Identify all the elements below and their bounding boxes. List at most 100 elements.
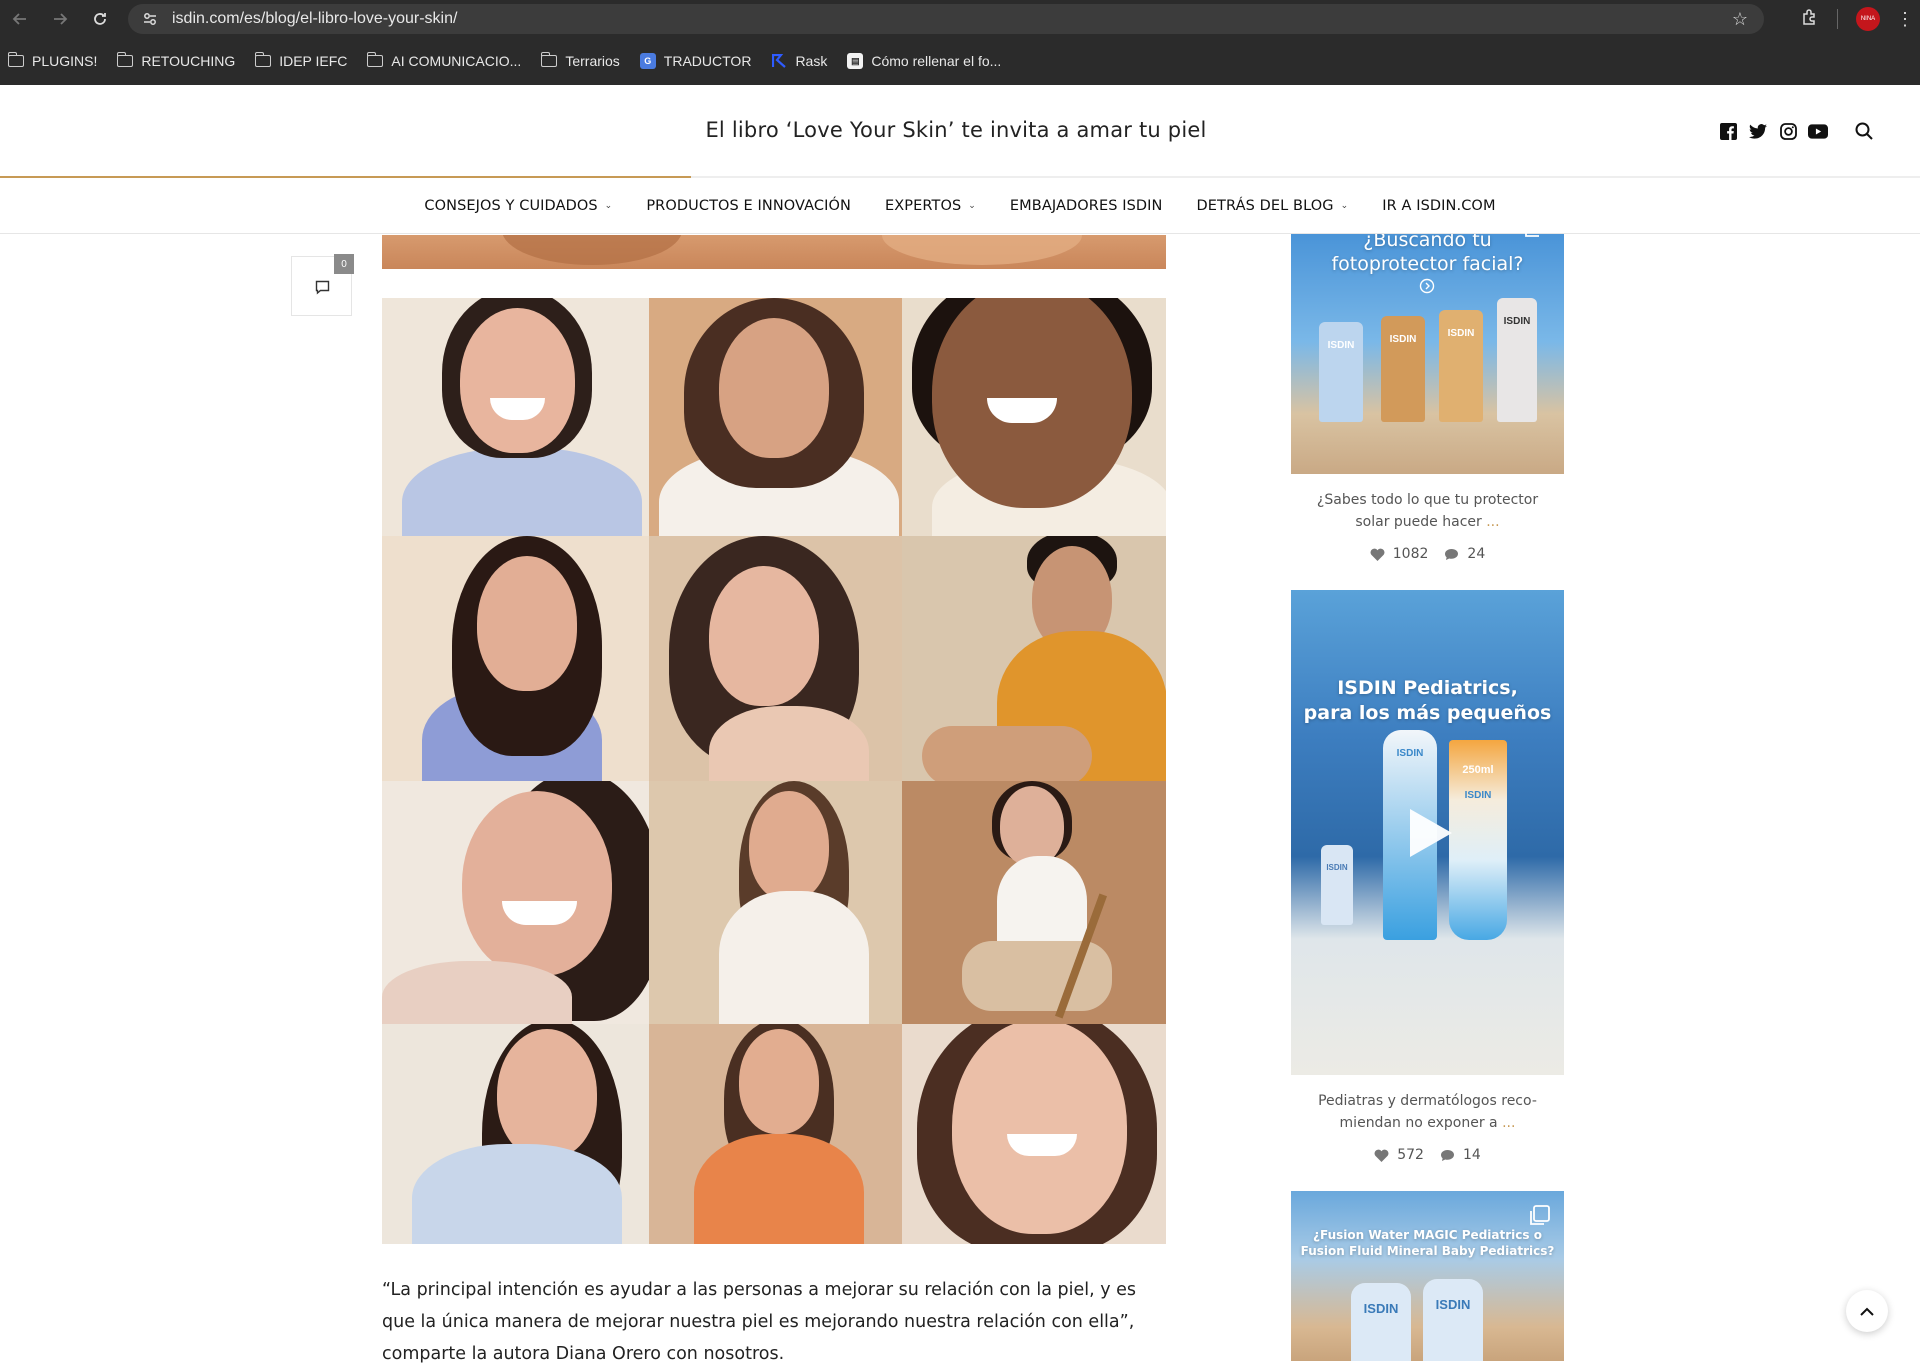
chevron-down-icon: ⌄ xyxy=(1340,200,1349,211)
folder-icon xyxy=(540,52,558,67)
nav-item-label: EMBAJADORES ISDIN xyxy=(1009,197,1163,214)
read-more-link[interactable]: ... xyxy=(1498,1115,1515,1131)
bookmarks-bar: PLUGINS! RETOUCHING IDEP IEFC AI COMUNIC… xyxy=(0,48,1021,74)
site-settings-icon[interactable] xyxy=(142,11,158,27)
article-image-top xyxy=(382,235,1166,269)
promo-title-line2: fotoprotector facial? xyxy=(1331,253,1524,275)
promo-title-line2: Fusion Fluid Mineral Baby Pediatrics? xyxy=(1300,1244,1555,1258)
nav-item-ir-a-isdin-com[interactable]: IR A ISDIN.COM xyxy=(1382,198,1495,214)
twitter-icon[interactable] xyxy=(1748,121,1768,141)
product-bottle: ISDIN xyxy=(1319,322,1363,422)
bookmark-terrarios[interactable]: Terrarios xyxy=(540,52,620,69)
circle-arrow-icon xyxy=(1419,278,1435,294)
product-tube: 250ml ISDIN xyxy=(1449,740,1507,940)
search-icon[interactable] xyxy=(1854,121,1874,141)
reload-button[interactable] xyxy=(80,0,120,38)
portrait-photo xyxy=(382,781,649,1024)
facebook-icon[interactable] xyxy=(1718,121,1738,141)
social-links xyxy=(1708,121,1874,141)
instagram-icon[interactable] xyxy=(1778,121,1798,141)
portrait-photo xyxy=(902,536,1166,781)
promo-title-line1: ISDIN Pediatrics, xyxy=(1337,677,1518,699)
bookmark-label: Cómo rellenar el fo... xyxy=(871,53,1002,69)
product-bottle: ISDIN xyxy=(1423,1279,1483,1361)
instagram-post-1[interactable]: ¿Buscando tu fotoprotector facial? ISDIN… xyxy=(1291,234,1564,474)
nav-item-detrás-del-blog[interactable]: DETRÁS DEL BLOG ⌄ xyxy=(1197,198,1349,214)
bookmark-label: PLUGINS! xyxy=(32,53,98,69)
youtube-icon[interactable] xyxy=(1808,121,1828,141)
portrait-photo xyxy=(382,298,649,536)
promo-title: ¿Fusion Water MAGIC Pediatrics o Fusion … xyxy=(1291,1227,1564,1259)
extensions-icon[interactable] xyxy=(1789,8,1829,31)
nav-item-expertos[interactable]: EXPERTOS ⌄ xyxy=(885,198,976,214)
bookmark-idep-iefc[interactable]: IDEP IEFC xyxy=(254,52,347,69)
toolbar: isdin.com/es/blog/el-libro-love-your-ski… xyxy=(0,0,1920,38)
bookmark-label: Terrarios xyxy=(565,53,620,69)
address-bar[interactable]: isdin.com/es/blog/el-libro-love-your-ski… xyxy=(128,4,1764,34)
chevron-down-icon: ⌄ xyxy=(604,200,613,211)
product-bottle: ISDIN xyxy=(1351,1283,1411,1361)
bookmark-plugins[interactable]: PLUGINS! xyxy=(7,52,98,69)
back-button[interactable] xyxy=(0,0,40,38)
portrait-photo xyxy=(649,298,902,536)
comments-count: 24 xyxy=(1467,546,1486,562)
folder-icon xyxy=(254,52,272,67)
caption-line2: miendan no exponer a xyxy=(1339,1115,1498,1131)
likes-count: 1082 xyxy=(1392,546,1429,562)
page-icon: ▤ xyxy=(847,53,864,69)
promo-title-line1: ¿Fusion Water MAGIC Pediatrics o xyxy=(1313,1228,1542,1242)
site-header: El libro ‘Love Your Skin’ te invita a am… xyxy=(0,85,1920,178)
read-more-link[interactable]: ... xyxy=(1482,514,1499,530)
portrait-collage-image xyxy=(382,298,1166,1244)
nav-item-label: CONSEJOS Y CUIDADOS xyxy=(424,197,598,214)
profile-avatar[interactable]: NINA xyxy=(1856,7,1880,31)
reload-icon xyxy=(94,13,106,25)
nav-item-embajadores-isdin[interactable]: EMBAJADORES ISDIN xyxy=(1010,198,1163,214)
nav-item-consejos-y-cuidados[interactable]: CONSEJOS Y CUIDADOS ⌄ xyxy=(424,198,612,214)
product-bottle: ISDIN xyxy=(1381,316,1425,422)
nav-item-label: DETRÁS DEL BLOG xyxy=(1196,197,1334,214)
chevron-up-icon xyxy=(1860,1307,1874,1316)
post-stats: 572 14 xyxy=(1291,1147,1564,1163)
translate-icon: G xyxy=(639,53,656,69)
bookmark-rask[interactable]: Rask xyxy=(771,53,827,69)
instagram-post-2[interactable]: ISDIN Pediatrics, para los más pequeños … xyxy=(1291,590,1564,1075)
portrait-photo xyxy=(902,298,1166,536)
bookmark-retouching[interactable]: RETOUCHING xyxy=(116,52,236,69)
post-stats: 1082 24 xyxy=(1291,546,1564,562)
folder-icon xyxy=(7,52,24,67)
carousel-icon xyxy=(1525,226,1545,237)
url-text[interactable]: isdin.com/es/blog/el-libro-love-your-ski… xyxy=(172,10,457,28)
caption-line2: solar puede hacer xyxy=(1355,514,1482,530)
speech-bubble-icon xyxy=(1440,1149,1454,1161)
page-title: El libro ‘Love Your Skin’ te invita a am… xyxy=(705,118,1207,142)
play-icon[interactable] xyxy=(1406,805,1456,861)
nav-item-productos-e-innovación[interactable]: PRODUCTOS E INNOVACIÓN xyxy=(646,198,851,214)
forward-button[interactable] xyxy=(40,0,80,38)
post-caption: ¿Sabes todo lo que tu protector solar pu… xyxy=(1291,489,1564,533)
bookmark-label: RETOUCHING xyxy=(141,53,236,69)
scroll-to-top-button[interactable] xyxy=(1846,1290,1888,1332)
chevron-down-icon: ⌄ xyxy=(968,200,976,211)
bookmark-label: AI COMUNICACIO... xyxy=(391,53,522,69)
nav-item-label: IR A ISDIN.COM xyxy=(1382,197,1496,214)
main-navigation: CONSEJOS Y CUIDADOS ⌄ PRODUCTOS E INNOVACI… xyxy=(0,178,1920,234)
comments: 24 xyxy=(1444,546,1485,562)
instagram-post-3[interactable]: ¿Fusion Water MAGIC Pediatrics o Fusion … xyxy=(1291,1191,1564,1361)
bookmark-traductor[interactable]: G TRADUCTOR xyxy=(639,53,751,69)
folder-icon xyxy=(366,52,384,67)
bookmark-como-rellenar[interactable]: ▤ Cómo rellenar el fo... xyxy=(847,53,1001,69)
kebab-menu-icon[interactable]: ⋮ xyxy=(1890,9,1920,30)
bookmark-ai-comunicacio[interactable]: AI COMUNICACIO... xyxy=(366,52,522,69)
caption-line1: Pediatras y dermatólogos reco- xyxy=(1318,1093,1537,1109)
speech-bubble-icon xyxy=(1445,548,1459,560)
likes-count: 572 xyxy=(1397,1147,1424,1163)
bookmark-label: Rask xyxy=(795,53,828,69)
portrait-photo xyxy=(649,781,902,1024)
bookmark-star-icon[interactable]: ☆ xyxy=(1732,9,1748,30)
folder-icon xyxy=(116,52,134,67)
nav-item-label: EXPERTOS xyxy=(884,197,962,214)
article-paragraph: “La principal intención es ayudar a las … xyxy=(382,1280,1137,1364)
promo-title: ISDIN Pediatrics, para los más pequeños xyxy=(1291,676,1564,726)
product-bottle: ISDIN xyxy=(1439,310,1483,422)
